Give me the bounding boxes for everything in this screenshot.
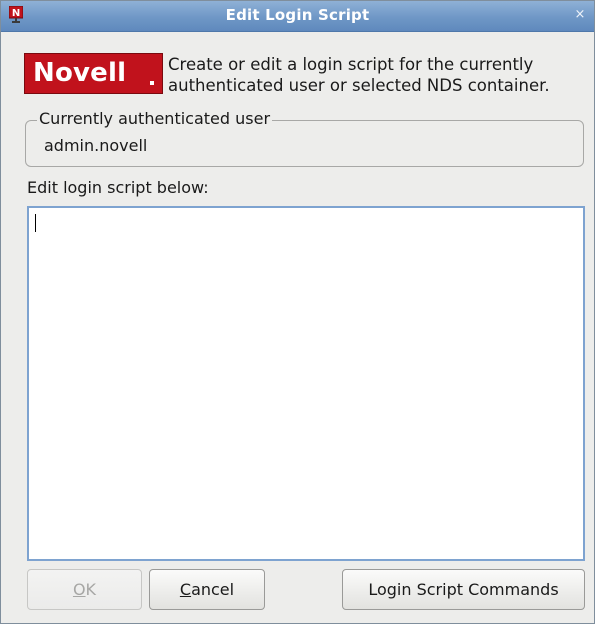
ok-mnemonic: O: [72, 580, 86, 599]
authenticated-user-legend: Currently authenticated user: [37, 109, 273, 128]
logo-dot: [150, 81, 154, 85]
logo-text: Novell: [33, 58, 127, 88]
dialog-description: Create or edit a login script for the cu…: [168, 54, 578, 96]
login-script-commands-button[interactable]: Login Script Commands: [342, 569, 585, 610]
ok-button[interactable]: OK: [27, 569, 142, 610]
cancel-mnemonic: C: [179, 580, 192, 599]
window-title: Edit Login Script: [225, 6, 370, 24]
ok-label-rest: K: [85, 580, 97, 599]
login-script-editor[interactable]: [27, 206, 585, 561]
description-line-1: Create or edit a login script for the cu…: [168, 55, 534, 74]
description-line-2: authenticated user or selected NDS conta…: [168, 76, 550, 95]
cancel-label-rest: ancel: [191, 580, 235, 599]
authenticated-user-value: admin.novell: [44, 136, 148, 155]
text-caret: [35, 214, 36, 232]
close-icon[interactable]: ×: [572, 7, 588, 23]
novell-logo: Novell: [25, 54, 162, 93]
edit-login-script-dialog: N Edit Login Script × Novell Create or e…: [0, 0, 595, 624]
script-editor-label: Edit login script below:: [27, 178, 209, 197]
cancel-button[interactable]: Cancel: [149, 569, 265, 610]
title-bar[interactable]: N Edit Login Script ×: [1, 1, 594, 32]
